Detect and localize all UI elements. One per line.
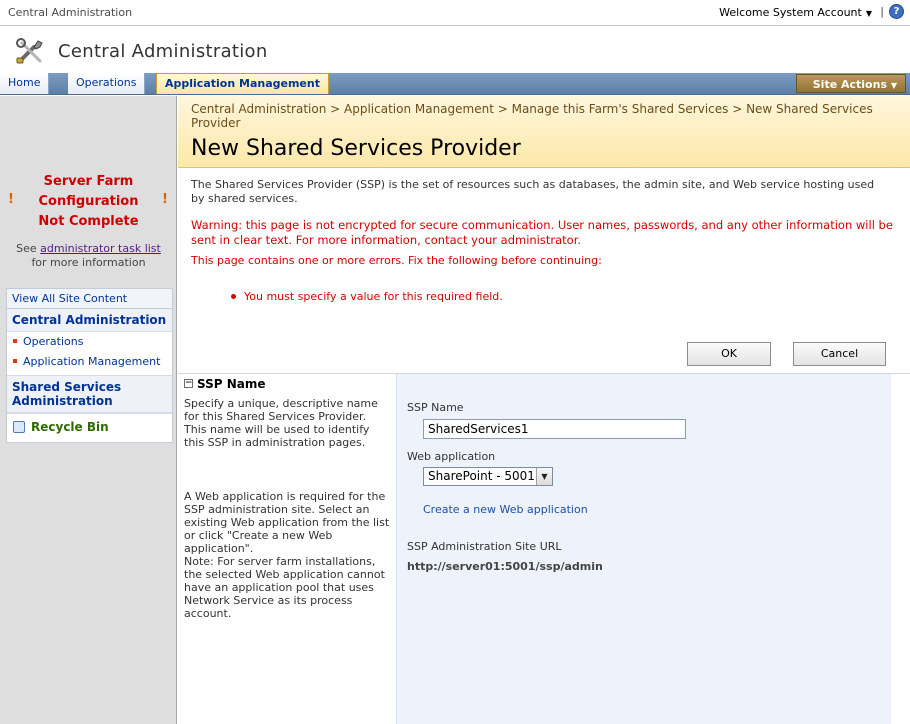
task-note-suffix: for more information	[31, 256, 146, 269]
ssp-name-input[interactable]	[423, 419, 686, 439]
warning-line-2: Configuration	[38, 194, 139, 209]
ssp-section-description: − SSP Name Specify a unique, descriptive…	[178, 374, 396, 724]
bullet-icon	[13, 359, 17, 363]
task-list-note: See administrator task list for more inf…	[6, 242, 171, 270]
bullet-icon	[13, 339, 17, 343]
quick-launch: View All Site Content Central Administra…	[6, 288, 173, 443]
site-name-breadcrumb[interactable]: Central Administration	[8, 6, 132, 19]
ssp-section-title: SSP Name	[197, 377, 266, 391]
tab-home[interactable]: Home	[0, 73, 50, 94]
alert-icon: !	[162, 192, 168, 207]
web-application-selected: SharePoint - 5001	[428, 469, 535, 483]
quick-launch-item-label: Operations	[23, 335, 84, 348]
ssp-name-help: Specify a unique, descriptive name for t…	[184, 397, 378, 449]
tools-icon	[16, 38, 43, 64]
cancel-button[interactable]: Cancel	[793, 342, 886, 366]
security-warning: Warning: this page is not encrypted for …	[191, 218, 893, 247]
ok-button[interactable]: OK	[687, 342, 771, 366]
ssp-admin-url-label: SSP Administration Site URL	[407, 540, 562, 553]
quick-launch-item-label: Application Management	[23, 355, 161, 368]
collapse-icon[interactable]: −	[184, 379, 193, 388]
error-item: You must specify a value for this requir…	[231, 290, 503, 303]
title-area: Central Administration	[0, 27, 910, 73]
recycle-bin-icon	[13, 421, 25, 433]
site-actions-label: Site Actions	[812, 78, 887, 91]
view-all-site-content-link[interactable]: View All Site Content	[7, 289, 172, 309]
tab-operations[interactable]: Operations	[68, 73, 146, 94]
page-description: The Shared Services Provider (SSP) is th…	[191, 178, 875, 205]
task-note-prefix: See	[16, 242, 37, 255]
ssp-section-form: SSP Name Web application SharePoint - 50…	[396, 374, 891, 724]
chevron-down-icon: ▼	[865, 9, 872, 18]
error-bullet-icon	[231, 294, 236, 299]
web-application-label: Web application	[407, 450, 496, 463]
recycle-bin-label: Recycle Bin	[31, 420, 109, 434]
web-application-help: A Web application is required for the SS…	[184, 490, 390, 555]
warning-line-3: Not Complete	[38, 214, 139, 229]
chevron-down-icon: ▼	[890, 81, 897, 90]
app-title[interactable]: Central Administration	[58, 41, 268, 62]
chevron-down-icon[interactable]: ▼	[536, 468, 552, 485]
topbar-separator: |	[880, 5, 884, 18]
create-web-application-link[interactable]: Create a new Web application	[423, 503, 588, 516]
quick-launch-shared-services-administration[interactable]: Shared Services Administration	[7, 375, 172, 413]
welcome-menu[interactable]: Welcome System Account ▼	[719, 6, 872, 19]
administrator-task-list-link[interactable]: administrator task list	[40, 242, 161, 255]
warning-line-1: Server Farm	[43, 174, 134, 189]
site-actions-menu[interactable]: Site Actions ▼	[796, 74, 906, 93]
welcome-label: Welcome System Account	[719, 6, 862, 19]
ssp-name-label: SSP Name	[407, 401, 464, 414]
help-icon[interactable]: ?	[889, 4, 904, 19]
quick-launch-central-administration[interactable]: Central Administration	[7, 309, 172, 332]
error-item-text: You must specify a value for this requir…	[244, 290, 503, 303]
tab-application-management[interactable]: Application Management	[156, 73, 329, 94]
alert-icon: !	[8, 192, 14, 207]
ssp-section-heading[interactable]: − SSP Name	[184, 377, 390, 391]
quick-launch-item-application-management[interactable]: Application Management	[7, 352, 172, 375]
top-bar: Central Administration Welcome System Ac…	[0, 0, 910, 26]
farm-configuration-warning: Server Farm Configuration Not Complete	[4, 172, 173, 232]
page-title: New Shared Services Provider	[191, 136, 521, 161]
page-title-banner: Central Administration > Application Man…	[178, 96, 910, 168]
tab-bar: Home Operations Application Management S…	[0, 73, 910, 95]
server-farm-note: Note: For server farm installations, the…	[184, 555, 385, 620]
left-navigation: Server Farm Configuration Not Complete !…	[0, 96, 177, 724]
web-application-select[interactable]: SharePoint - 5001 ▼	[423, 467, 553, 486]
breadcrumb[interactable]: Central Administration > Application Man…	[191, 102, 896, 130]
ssp-admin-url-value: http://server01:5001/ssp/admin	[407, 560, 603, 573]
error-summary: This page contains one or more errors. F…	[191, 254, 602, 267]
quick-launch-item-operations[interactable]: Operations	[7, 332, 172, 352]
main-content: Central Administration > Application Man…	[178, 96, 910, 724]
recycle-bin-link[interactable]: Recycle Bin	[7, 413, 172, 442]
